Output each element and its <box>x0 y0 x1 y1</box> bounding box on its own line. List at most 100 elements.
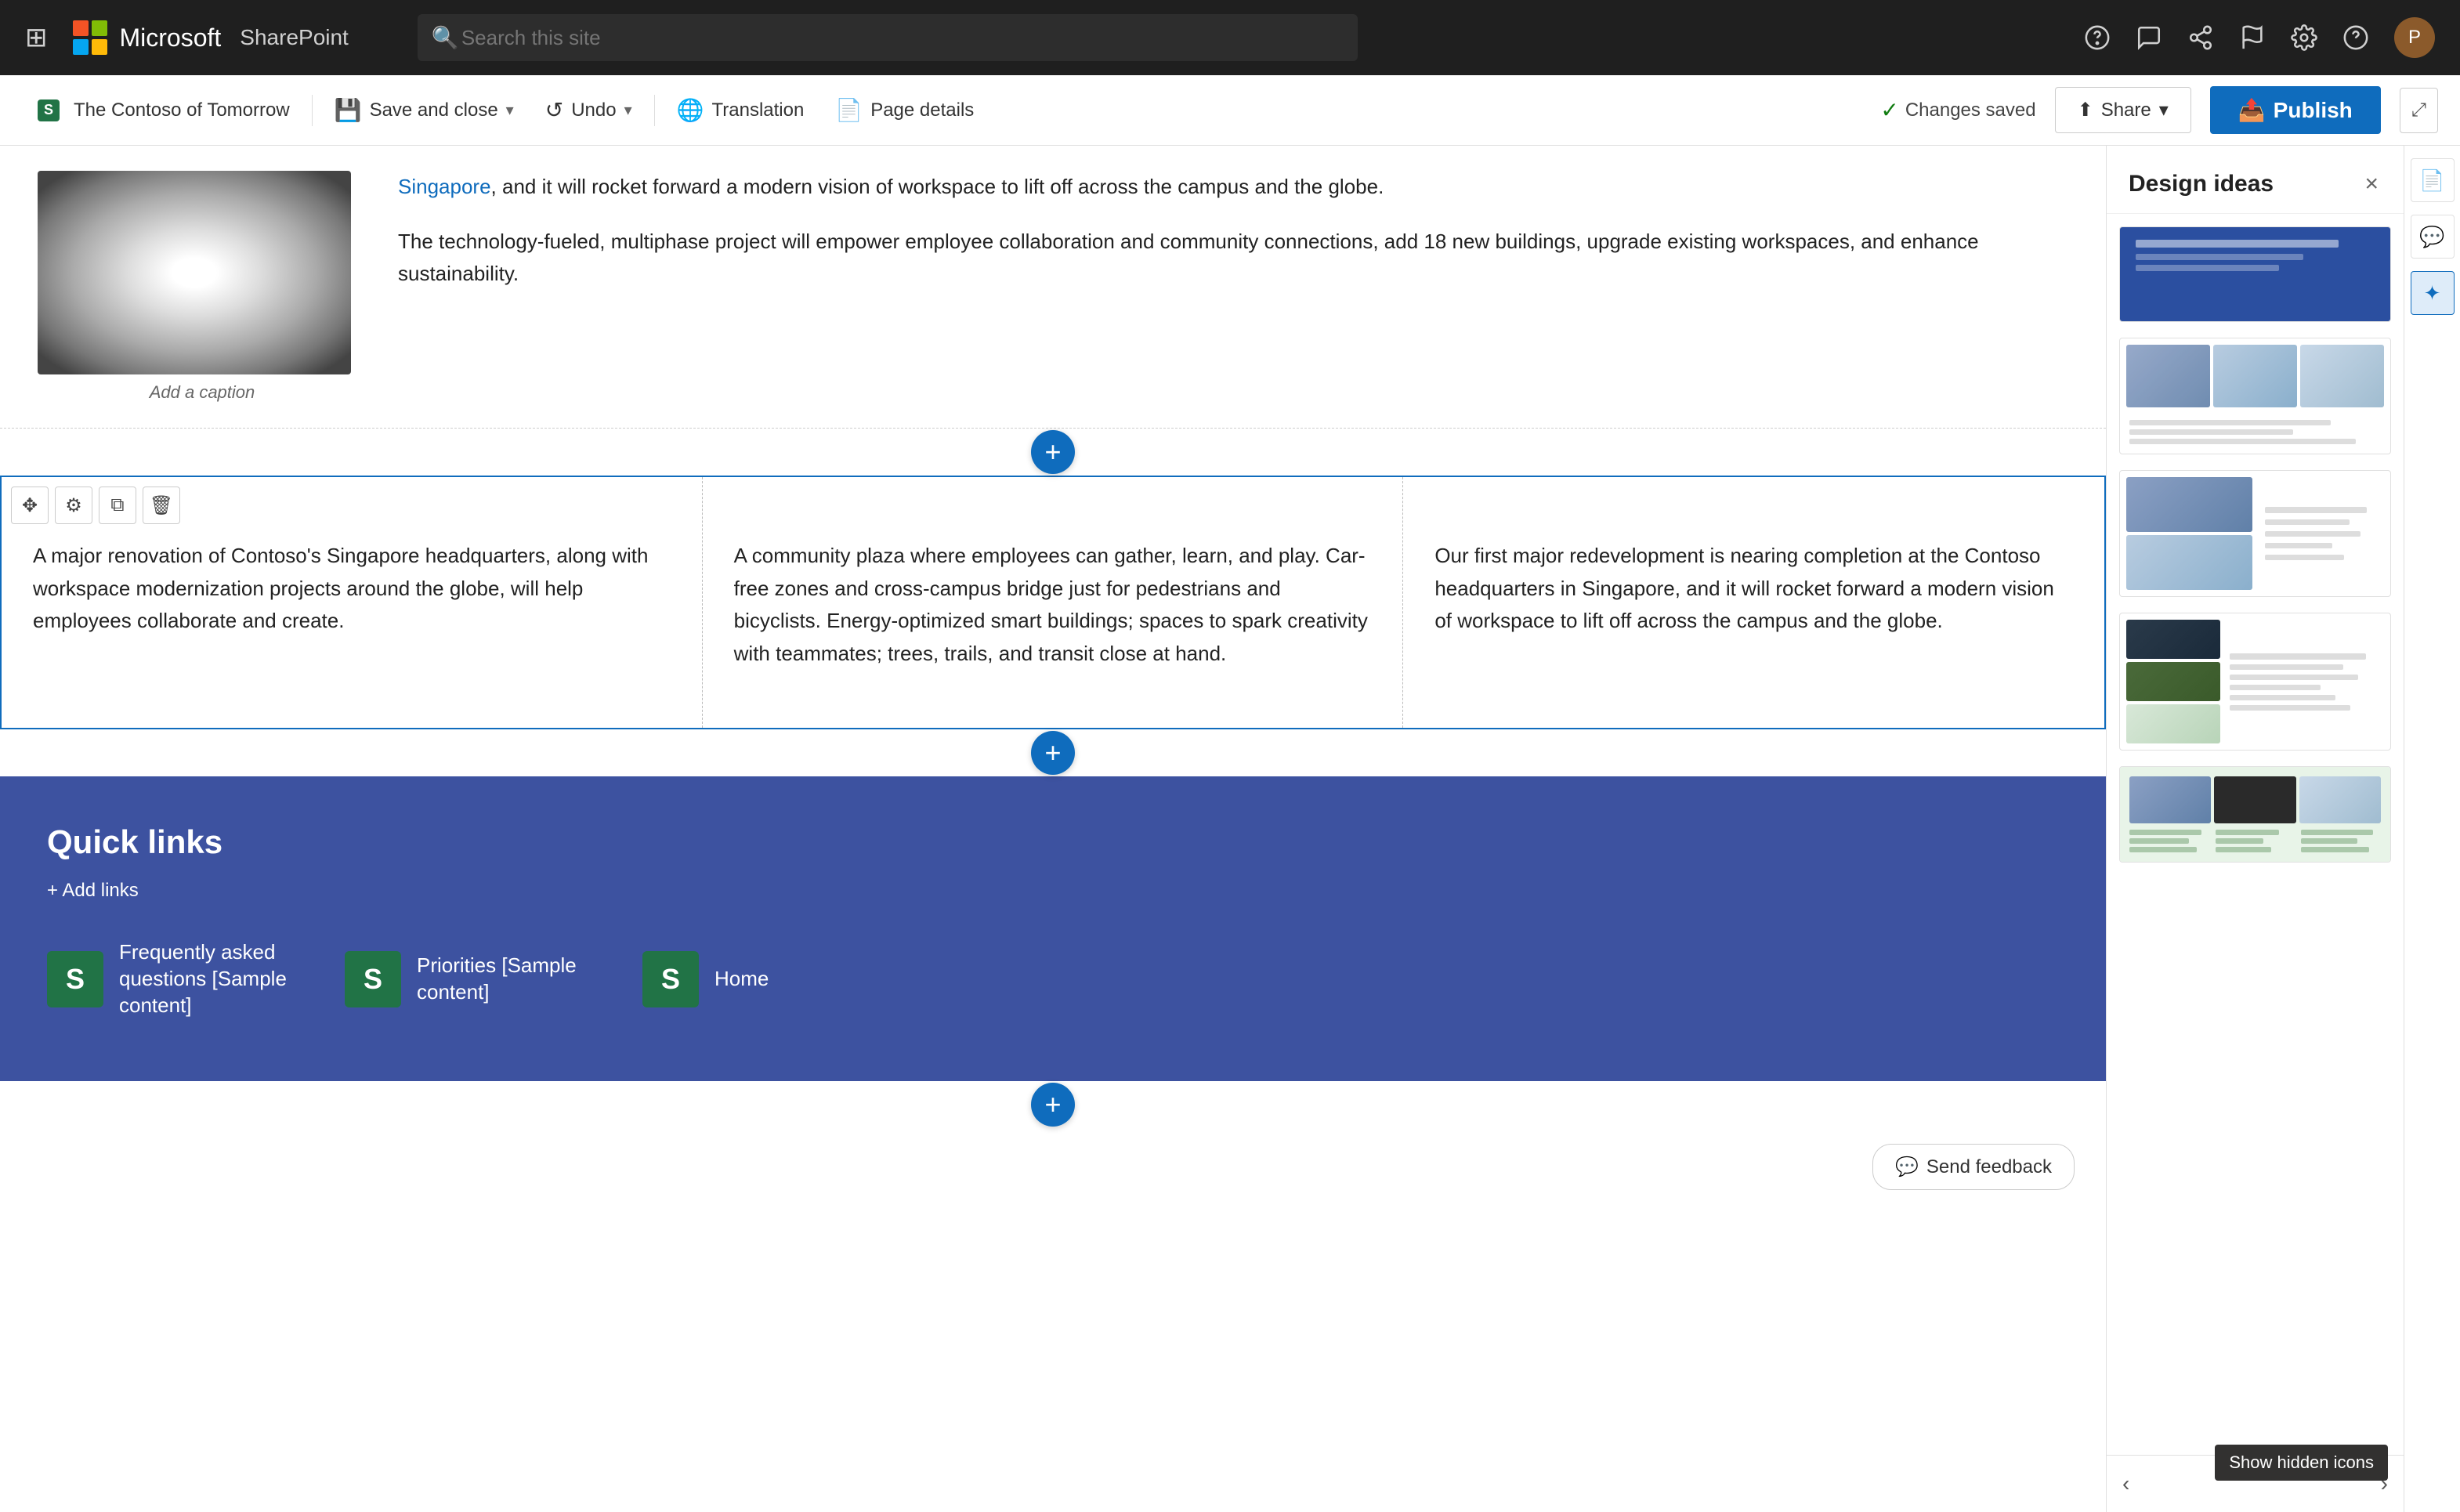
toolbar-right-group: ✓ Changes saved ⬆ Share ▾ 📤 Publish ⤢ <box>1880 86 2438 134</box>
site-badge-icon: S <box>38 99 60 121</box>
ql-link-icon-1: S <box>47 951 103 1007</box>
flag-button[interactable] <box>2239 24 2266 51</box>
ql-link-icon-2: S <box>345 951 401 1007</box>
section-add-between-2: + <box>0 729 2106 776</box>
design-idea-card-1[interactable] <box>2119 226 2391 322</box>
undo-dropdown-icon: ▾ <box>624 100 632 120</box>
send-feedback-button[interactable]: 💬 Send feedback <box>1872 1144 2075 1190</box>
edit-section-button[interactable]: ⚙ <box>55 487 92 524</box>
question-button[interactable] <box>2342 24 2369 51</box>
chat-icon-button[interactable]: 💬 <box>2411 215 2455 259</box>
design-panel-footer: ‹ Show hidden icons › <box>2107 1455 2404 1512</box>
article-text-column: Singapore, and it will rocket forward a … <box>398 171 2068 403</box>
staircase-image <box>38 171 351 374</box>
design-panel-title: Design ideas <box>2129 171 2274 197</box>
design-ideas-panel: Design ideas × <box>2106 146 2404 1512</box>
article-link[interactable]: Singapore <box>398 175 491 198</box>
top-navigation: ⊞ Microsoft SharePoint 🔍 <box>0 0 2460 75</box>
microsoft-logo <box>73 20 107 55</box>
editor-area[interactable]: Add a caption Singapore, and it will roc… <box>0 146 2106 1512</box>
sharepoint-name-label: SharePoint <box>240 25 349 50</box>
ql-link-label-2: Priorities [Sample content] <box>417 953 605 1006</box>
add-links-button[interactable]: + Add links <box>47 880 2059 902</box>
search-input[interactable] <box>418 14 1358 61</box>
three-col-grid: A major renovation of Contoso's Singapor… <box>2 477 2104 728</box>
translation-icon: 🌐 <box>677 97 704 123</box>
save-close-button[interactable]: 💾 Save and close ▾ <box>319 75 530 146</box>
quick-link-item-2[interactable]: S Priorities [Sample content] <box>345 939 605 1018</box>
changes-saved-indicator: ✓ Changes saved <box>1880 97 2035 123</box>
design-panel-close-button[interactable]: × <box>2361 168 2382 201</box>
ql-link-label-3: Home <box>714 966 769 993</box>
quick-links-title: Quick links <box>47 823 2059 861</box>
column-cell-2[interactable]: A community plaza where employees can ga… <box>703 477 1404 728</box>
help-ring-button[interactable] <box>2084 24 2111 51</box>
three-column-section: ✥ ⚙ ⧉ 🗑 A major renovation of Contoso's … <box>0 476 2106 729</box>
design-ideas-icon-button[interactable]: ✦ <box>2411 271 2455 315</box>
site-name-label: The Contoso of Tomorrow <box>74 99 290 121</box>
article-para-1: Singapore, and it will rocket forward a … <box>398 171 2068 204</box>
editor-content: Add a caption Singapore, and it will roc… <box>0 146 2106 1512</box>
changes-saved-label: Changes saved <box>1905 99 2036 121</box>
feedback-label: Send feedback <box>1926 1156 2052 1178</box>
share-label: Share <box>2101 99 2151 121</box>
duplicate-section-button[interactable]: ⧉ <box>99 487 136 524</box>
panel-prev-button[interactable]: ‹ <box>2116 1465 2136 1503</box>
search-bar[interactable]: 🔍 <box>418 14 1358 61</box>
design-idea-card-2[interactable] <box>2119 338 2391 454</box>
quick-link-item-3[interactable]: S Home <box>642 939 769 1018</box>
design-panel-header: Design ideas × <box>2107 146 2404 214</box>
section-add-between-3: + <box>0 1081 2106 1128</box>
translation-button[interactable]: 🌐 Translation <box>661 75 820 146</box>
ql-link-icon-3: S <box>642 951 699 1007</box>
site-name-item[interactable]: S The Contoso of Tomorrow <box>22 75 306 146</box>
add-section-button-3[interactable]: + <box>1031 1083 1075 1127</box>
search-icon: 🔍 <box>432 25 459 51</box>
image-caption[interactable]: Add a caption <box>38 382 367 403</box>
page-details-button[interactable]: 📄 Page details <box>819 75 989 146</box>
ql-link-label-1: Frequently asked questions [Sample conte… <box>119 939 307 1018</box>
logo-red <box>73 20 89 36</box>
waffle-menu-button[interactable]: ⊞ <box>25 22 48 53</box>
page-details-label: Page details <box>870 99 974 121</box>
delete-section-button[interactable]: 🗑 <box>143 487 180 524</box>
undo-button[interactable]: ↺ Undo ▾ <box>530 75 648 146</box>
page-toolbar: S The Contoso of Tomorrow 💾 Save and clo… <box>0 75 2460 146</box>
feedback-button[interactable] <box>2136 24 2162 51</box>
quick-link-item-1[interactable]: S Frequently asked questions [Sample con… <box>47 939 307 1018</box>
feedback-bar: 💬 Send feedback <box>0 1128 2106 1206</box>
quick-links-section: Quick links + Add links S Frequently ask… <box>0 776 2106 1081</box>
share-nav-button[interactable] <box>2187 24 2214 51</box>
main-area: Add a caption Singapore, and it will roc… <box>0 146 2460 1512</box>
move-section-button[interactable]: ✥ <box>11 487 49 524</box>
logo-blue <box>73 39 89 55</box>
add-section-button-1[interactable]: + <box>1031 430 1075 474</box>
share-dropdown-icon: ▾ <box>2159 99 2169 121</box>
design-idea-card-5[interactable] <box>2119 766 2391 863</box>
quick-links-row: S Frequently asked questions [Sample con… <box>47 939 2059 1018</box>
design-ideas-list <box>2107 214 2404 1455</box>
design-idea-card-4[interactable] <box>2119 613 2391 751</box>
page-icon-button[interactable]: 📄 <box>2411 158 2455 202</box>
app-logo: Microsoft SharePoint <box>73 20 349 55</box>
user-avatar[interactable]: P <box>2394 17 2435 58</box>
collapse-button[interactable]: ⤢ <box>2400 88 2438 133</box>
logo-yellow <box>92 39 107 55</box>
settings-button[interactable] <box>2291 24 2317 51</box>
add-section-button-2[interactable]: + <box>1031 731 1075 775</box>
publish-label: Publish <box>2274 98 2353 123</box>
app-name-label: Microsoft <box>120 24 222 52</box>
undo-icon: ↺ <box>545 97 563 123</box>
article-top-section: Add a caption Singapore, and it will roc… <box>0 146 2106 429</box>
feedback-icon: 💬 <box>1895 1156 1919 1178</box>
share-button[interactable]: ⬆ Share ▾ <box>2055 87 2191 133</box>
show-hidden-tooltip: Show hidden icons <box>2215 1445 2388 1481</box>
far-right-toolbar: 📄 💬 ✦ <box>2404 146 2460 1512</box>
undo-label: Undo <box>571 99 616 121</box>
publish-button[interactable]: 📤 Publish <box>2210 86 2381 134</box>
save-icon: 💾 <box>335 97 362 123</box>
column-cell-3[interactable]: Our first major redevelopment is nearing… <box>1403 477 2104 728</box>
section-controls: ✥ ⚙ ⧉ 🗑 <box>11 487 180 524</box>
article-image <box>38 171 351 374</box>
design-idea-card-3[interactable] <box>2119 470 2391 597</box>
